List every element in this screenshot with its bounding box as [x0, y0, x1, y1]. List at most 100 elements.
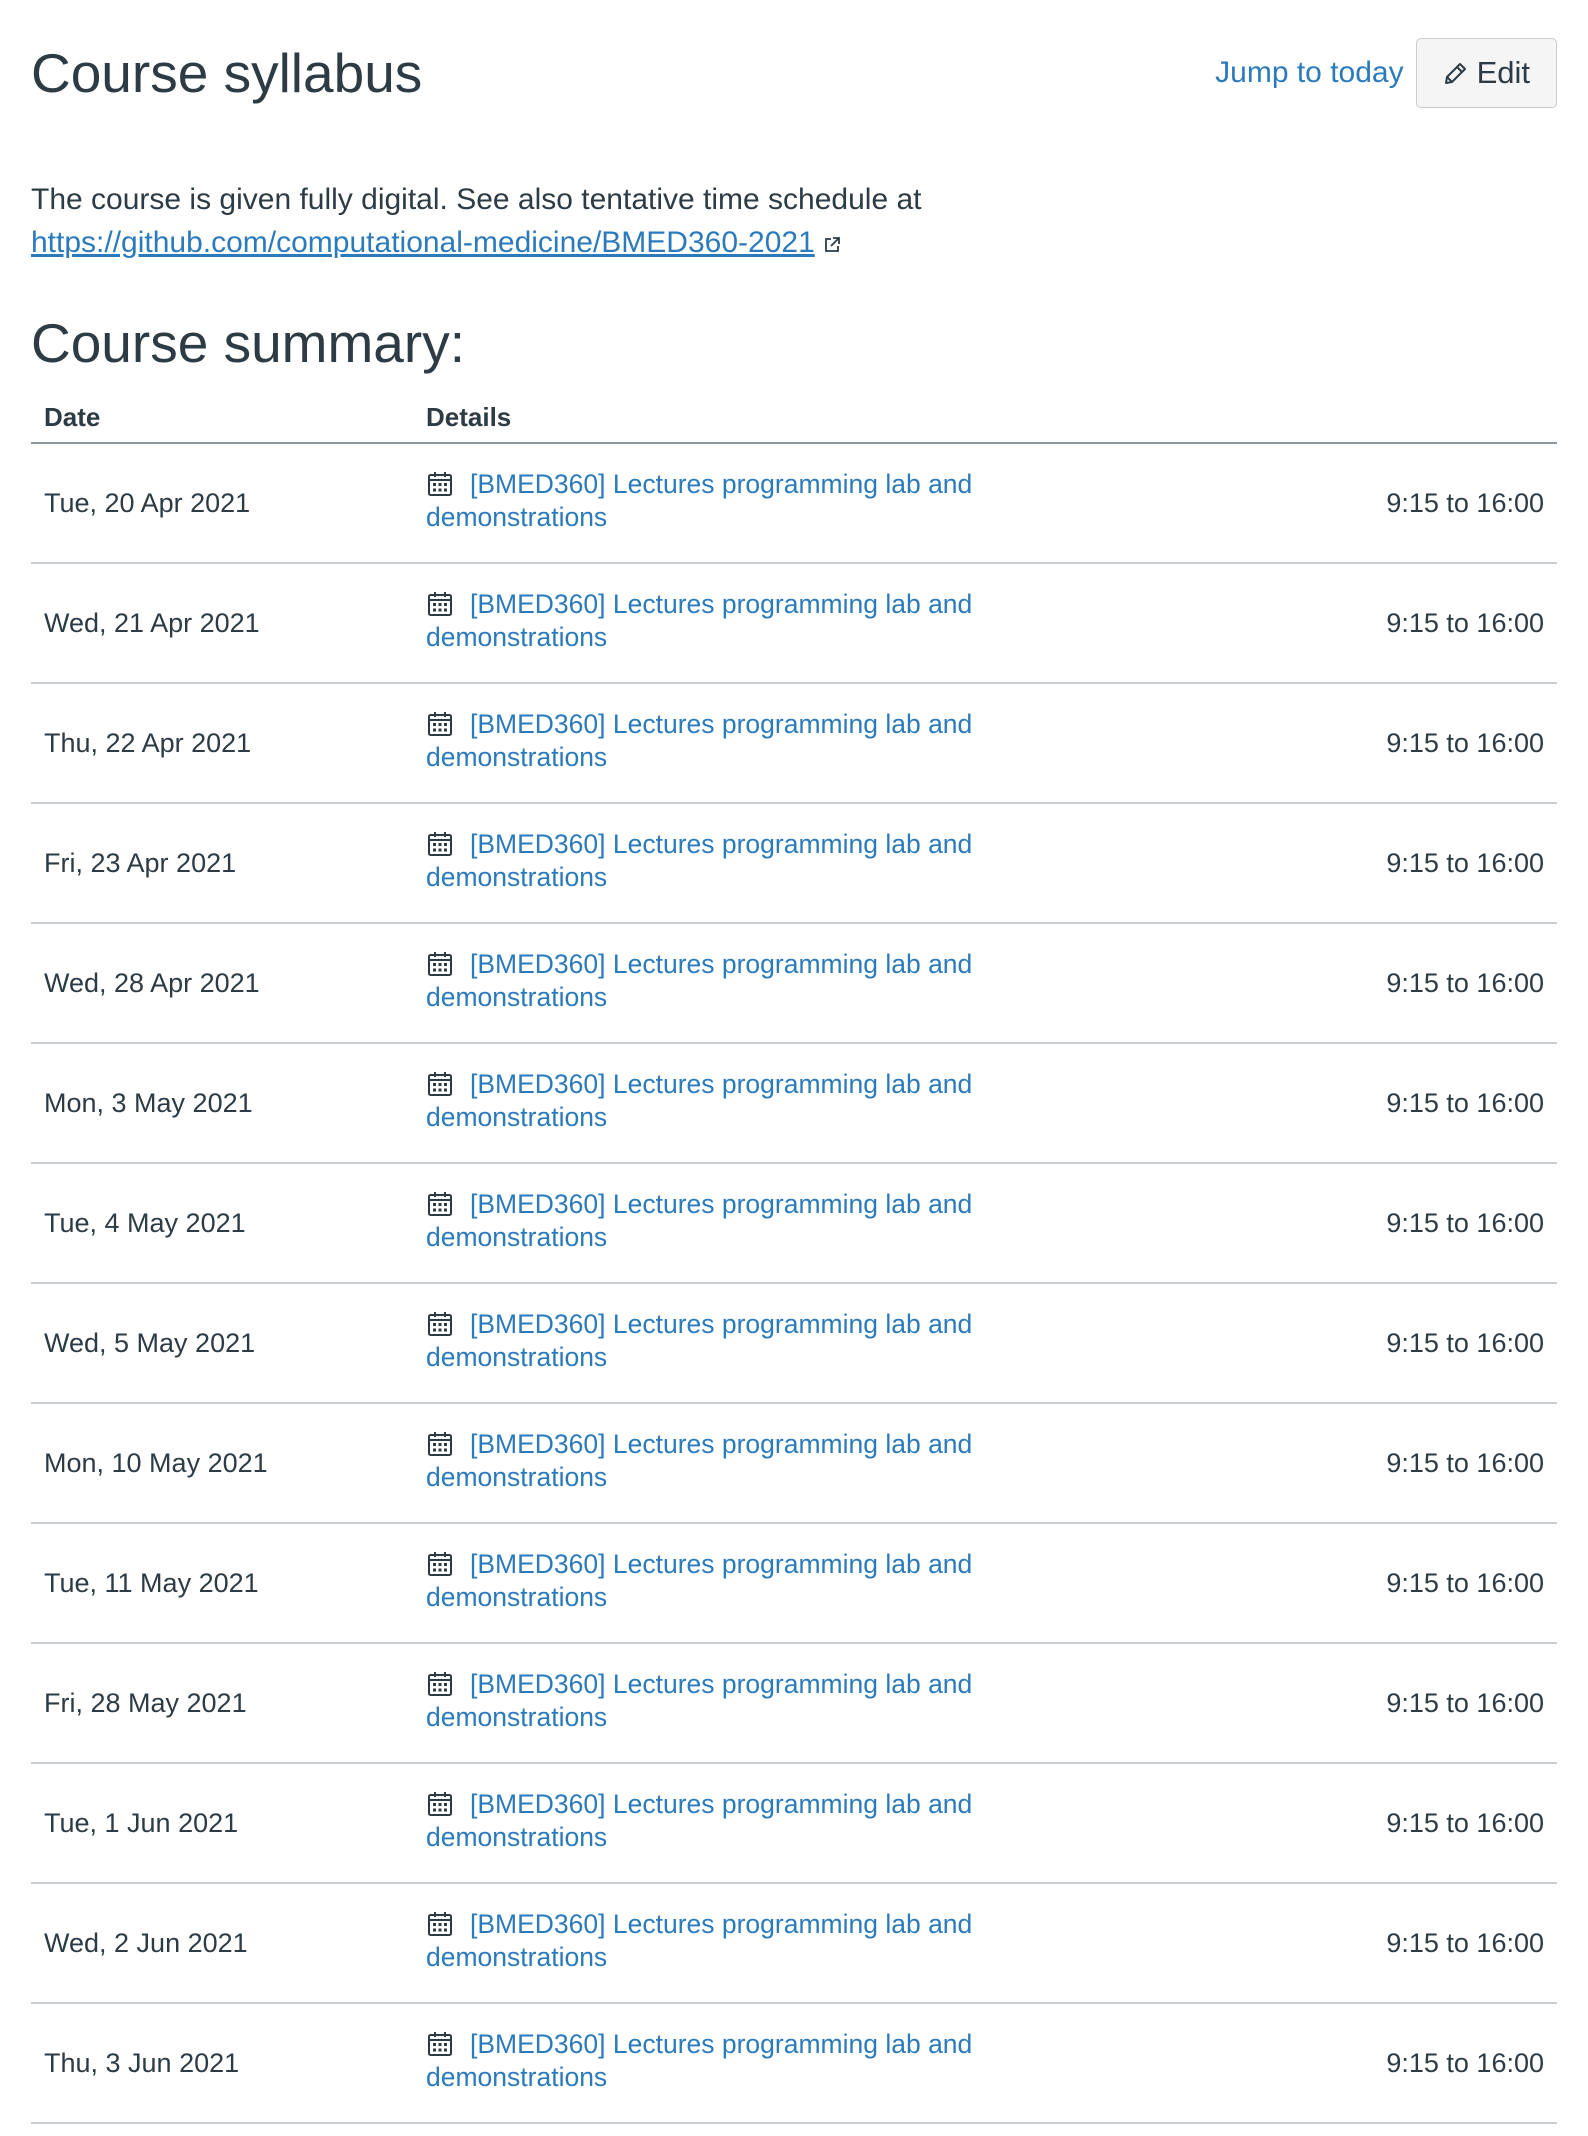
row-time: 9:15 to 16:00 [1386, 1207, 1544, 1238]
calendar-icon [426, 1430, 454, 1458]
external-link-icon [823, 223, 841, 266]
row-details: [BMED360] Lectures programming lab and d… [426, 1068, 986, 1134]
row-details: [BMED360] Lectures programming lab and d… [426, 468, 986, 534]
table-row: Wed, 28 Apr 2021 [BMED360] Lectures progr… [31, 924, 1557, 1044]
row-time: 9:15 to 16:00 [1386, 1927, 1544, 1958]
row-date: Tue, 11 May 2021 [44, 1567, 259, 1598]
course-summary-table: Date Details Tue, 20 Apr 2021 [BMED360] L… [31, 396, 1557, 2124]
row-time: 9:15 to 16:00 [1386, 1687, 1544, 1718]
calendar-icon [426, 1310, 454, 1338]
row-time: 9:15 to 16:00 [1386, 727, 1544, 758]
event-link[interactable]: [BMED360] Lectures programming lab and d… [426, 709, 972, 772]
row-date: Tue, 1 Jun 2021 [44, 1807, 239, 1838]
pencil-icon [1444, 63, 1466, 84]
calendar-icon [426, 1070, 454, 1098]
row-time: 9:15 to 16:00 [1386, 607, 1544, 638]
row-time: 9:15 to 16:00 [1386, 2047, 1544, 2078]
row-date: Wed, 28 Apr 2021 [44, 967, 260, 998]
column-header-date: Date [44, 402, 101, 432]
event-link[interactable]: [BMED360] Lectures programming lab and d… [426, 829, 972, 892]
table-row: Thu, 22 Apr 2021 [BMED360] Lectures progr… [31, 684, 1557, 804]
row-details: [BMED360] Lectures programming lab and d… [426, 1908, 986, 1974]
row-details: [BMED360] Lectures programming lab and d… [426, 1668, 986, 1734]
calendar-icon [426, 710, 454, 738]
event-link[interactable]: [BMED360] Lectures programming lab and d… [426, 1789, 972, 1852]
table-row: Tue, 1 Jun 2021 [BMED360] Lectures progra… [31, 1764, 1557, 1884]
event-link[interactable]: [BMED360] Lectures programming lab and d… [426, 469, 972, 532]
row-details: [BMED360] Lectures programming lab and d… [426, 1188, 986, 1254]
event-link[interactable]: [BMED360] Lectures programming lab and d… [426, 949, 972, 1012]
table-row: Wed, 2 Jun 2021 [BMED360] Lectures progra… [31, 1884, 1557, 2004]
table-row: Tue, 4 May 2021 [BMED360] Lectures progra… [31, 1164, 1557, 1284]
event-link[interactable]: [BMED360] Lectures programming lab and d… [426, 1189, 972, 1252]
row-details: [BMED360] Lectures programming lab and d… [426, 708, 986, 774]
calendar-icon [426, 2030, 454, 2058]
table-header: Date Details [31, 396, 1557, 444]
page-title: Course syllabus [31, 42, 423, 104]
row-details: [BMED360] Lectures programming lab and d… [426, 1308, 986, 1374]
calendar-icon [426, 590, 454, 618]
calendar-icon [426, 470, 454, 498]
calendar-icon [426, 830, 454, 858]
edit-button-label: Edit [1476, 55, 1530, 90]
row-date: Fri, 23 Apr 2021 [44, 847, 237, 878]
row-details: [BMED360] Lectures programming lab and d… [426, 948, 986, 1014]
row-date: Tue, 4 May 2021 [44, 1207, 246, 1238]
syllabus-page: Course syllabus Jump to today Edit The c… [31, 0, 1557, 2124]
row-details: [BMED360] Lectures programming lab and d… [426, 1788, 986, 1854]
syllabus-description: The course is given fully digital. See a… [31, 178, 1371, 266]
calendar-icon [426, 1910, 454, 1938]
edit-button[interactable]: Edit [1415, 38, 1557, 108]
row-date: Mon, 3 May 2021 [44, 1087, 253, 1118]
row-date: Thu, 3 Jun 2021 [44, 2047, 240, 2078]
row-time: 9:15 to 16:00 [1386, 1807, 1544, 1838]
table-row: Wed, 21 Apr 2021 [BMED360] Lectures progr… [31, 564, 1557, 684]
row-date: Thu, 22 Apr 2021 [44, 727, 252, 758]
event-link[interactable]: [BMED360] Lectures programming lab and d… [426, 1309, 972, 1372]
row-details: [BMED360] Lectures programming lab and d… [426, 1428, 986, 1494]
table-row: Wed, 5 May 2021 [BMED360] Lectures progra… [31, 1284, 1557, 1404]
row-time: 9:15 to 16:00 [1386, 967, 1544, 998]
row-date: Wed, 5 May 2021 [44, 1327, 256, 1358]
row-details: [BMED360] Lectures programming lab and d… [426, 2028, 986, 2094]
row-details: [BMED360] Lectures programming lab and d… [426, 588, 986, 654]
row-date: Wed, 2 Jun 2021 [44, 1927, 248, 1958]
row-date: Mon, 10 May 2021 [44, 1447, 268, 1478]
event-link[interactable]: [BMED360] Lectures programming lab and d… [426, 589, 972, 652]
event-link[interactable]: [BMED360] Lectures programming lab and d… [426, 1069, 972, 1132]
table-row: Thu, 3 Jun 2021 [BMED360] Lectures progra… [31, 2004, 1557, 2124]
table-row: Fri, 23 Apr 2021 [BMED360] Lectures progr… [31, 804, 1557, 924]
row-time: 9:15 to 16:00 [1386, 847, 1544, 878]
row-date: Wed, 21 Apr 2021 [44, 607, 260, 638]
row-time: 9:15 to 16:00 [1386, 1327, 1544, 1358]
event-link[interactable]: [BMED360] Lectures programming lab and d… [426, 1429, 972, 1492]
row-time: 9:15 to 16:00 [1386, 1567, 1544, 1598]
row-date: Tue, 20 Apr 2021 [44, 487, 251, 518]
event-link[interactable]: [BMED360] Lectures programming lab and d… [426, 1669, 972, 1732]
table-row: Tue, 20 Apr 2021 [BMED360] Lectures progr… [31, 444, 1557, 564]
column-header-details: Details [426, 402, 512, 432]
course-summary-heading: Course summary: [31, 312, 465, 374]
table-body: Tue, 20 Apr 2021 [BMED360] Lectures progr… [31, 444, 1557, 2124]
calendar-icon [426, 1670, 454, 1698]
calendar-icon [426, 950, 454, 978]
schedule-link[interactable]: https://github.com/computational-medicin… [31, 226, 815, 259]
table-row: Tue, 11 May 2021 [BMED360] Lectures progr… [31, 1524, 1557, 1644]
table-row: Mon, 3 May 2021 [BMED360] Lectures progra… [31, 1044, 1557, 1164]
row-details: [BMED360] Lectures programming lab and d… [426, 1548, 986, 1614]
row-time: 9:15 to 16:00 [1386, 1087, 1544, 1118]
row-time: 9:15 to 16:00 [1386, 1447, 1544, 1478]
calendar-icon [426, 1550, 454, 1578]
page-header: Course syllabus Jump to today Edit [31, 0, 1557, 150]
header-actions: Jump to today Edit [1215, 38, 1557, 108]
row-date: Fri, 28 May 2021 [44, 1687, 247, 1718]
event-link[interactable]: [BMED360] Lectures programming lab and d… [426, 2029, 972, 2092]
calendar-icon [426, 1190, 454, 1218]
event-link[interactable]: [BMED360] Lectures programming lab and d… [426, 1909, 972, 1972]
intro-text: The course is given fully digital. See a… [31, 183, 922, 216]
table-row: Fri, 28 May 2021 [BMED360] Lectures progr… [31, 1644, 1557, 1764]
calendar-icon [426, 1790, 454, 1818]
jump-to-today-link[interactable]: Jump to today [1215, 56, 1403, 90]
event-link[interactable]: [BMED360] Lectures programming lab and d… [426, 1549, 972, 1612]
table-row: Mon, 10 May 2021 [BMED360] Lectures progr… [31, 1404, 1557, 1524]
